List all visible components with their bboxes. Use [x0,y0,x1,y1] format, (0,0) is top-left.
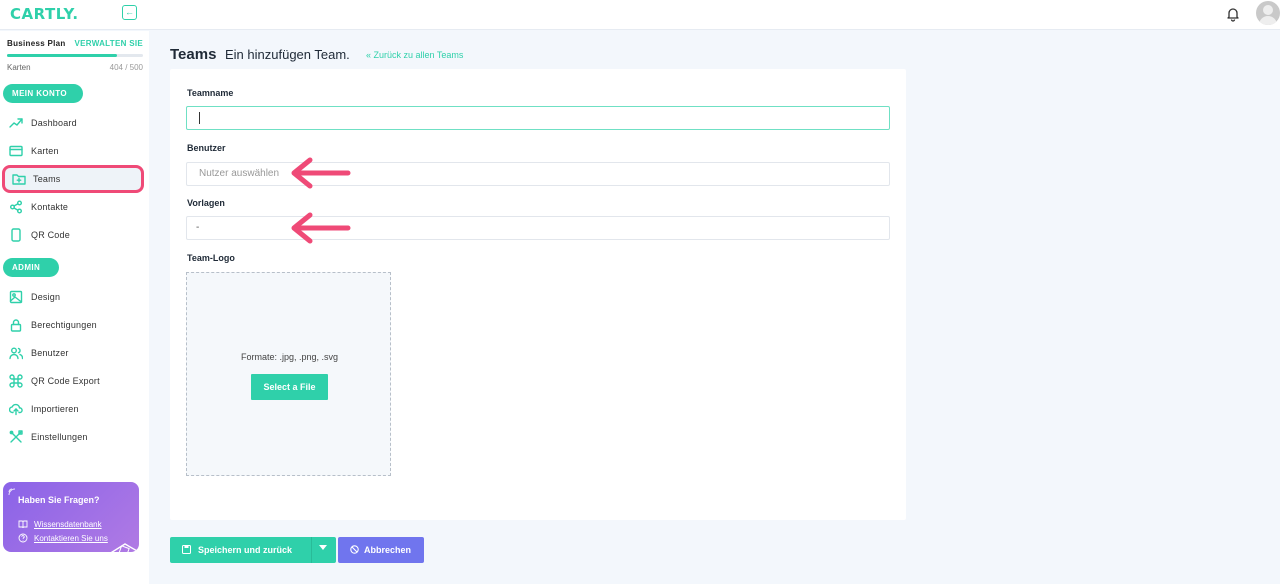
sidebar-item-benutzer[interactable]: Benutzer [0,341,149,365]
knowledge-base-label: Wissensdatenbank [34,519,102,529]
image-icon [9,290,23,304]
command-icon [9,374,23,388]
sidebar-item-label: Berechtigungen [31,320,97,330]
manage-plan-link[interactable]: VERWALTEN SIE [74,39,143,48]
sidebar-item-label: Einstellungen [31,432,88,442]
sidebar-item-kontakte[interactable]: Kontakte [0,195,149,219]
user-avatar[interactable] [1256,1,1280,25]
plan-usage-bar [7,54,143,57]
pointer-arrow-icon [291,157,351,189]
sidebar: Business Plan VERWALTEN SIE Karten 404 /… [0,31,149,584]
folder-plus-icon [12,174,26,185]
bell-icon[interactable] [1225,6,1241,22]
sidebar-item-label: Importieren [31,404,79,414]
book-icon [18,520,28,529]
sidebar-item-qr-code-export[interactable]: QR Code Export [0,369,149,393]
sidebar-item-label: QR Code Export [31,376,100,386]
cancel-button[interactable]: Abbrechen [338,537,424,563]
logo-upload-dropzone[interactable]: Formate: .jpg, .png, .svg Select a File [186,272,391,476]
collapse-sidebar-icon[interactable]: ← [122,5,137,20]
users-icon [9,347,23,360]
contact-label: Kontaktieren Sie uns [34,533,108,543]
plan-usage-count: 404 / 500 [109,63,143,72]
team-name-label: Teamname [187,88,234,98]
plan-metric-label: Karten [7,63,31,72]
sidebar-item-label: Dashboard [31,118,77,128]
knowledge-base-link[interactable]: Wissensdatenbank [18,519,102,529]
help-title: Haben Sie Fragen? [18,495,100,505]
sidebar-item-einstellungen[interactable]: Einstellungen [0,425,149,449]
plan-usage-fill [7,54,117,57]
sidebar-item-qr-code[interactable]: QR Code [0,223,149,247]
ban-icon [350,545,359,554]
templates-label: Vorlagen [187,198,225,208]
trending-up-icon [9,118,23,128]
help-circle-icon [18,533,28,543]
section-admin: ADMIN [3,258,59,277]
sidebar-item-dashboard[interactable]: Dashboard [0,111,149,135]
sidebar-item-karten[interactable]: Karten [0,139,149,163]
sidebar-item-label: QR Code [31,230,70,240]
back-to-teams-link[interactable]: « Zurück zu allen Teams [366,50,463,60]
templates-value: - [196,222,200,233]
page-subtitle: Ein hinzufügen Team. [225,47,350,62]
sidebar-item-label: Design [31,292,61,302]
section-mein-konto: MEIN KONTO [3,84,83,103]
double-chevron-left-icon: « [366,50,372,60]
sidebar-item-label: Kontakte [31,202,69,212]
sidebar-item-berechtigungen[interactable]: Berechtigungen [0,313,149,337]
text-caret [199,112,200,124]
pointer-arrow-icon [291,212,351,244]
sidebar-item-label: Karten [31,146,59,156]
team-name-input[interactable] [186,106,890,130]
diamond-decoration [118,545,130,552]
card-icon [9,145,23,157]
plan-name: Business Plan [7,39,66,48]
tools-icon [9,430,23,443]
select-file-button[interactable]: Select a File [251,374,328,400]
save-and-back-button[interactable]: Speichern und zurück [170,537,336,563]
cartly-logo[interactable]: CARTLY. [10,5,79,23]
save-button-label: Speichern und zurück [198,545,293,555]
users-label: Benutzer [187,143,226,153]
plan-meta: Karten 404 / 500 [7,63,143,72]
top-bar: CARTLY. ← [0,0,1280,30]
team-logo-label: Team-Logo [187,253,235,263]
sidebar-item-importieren[interactable]: Importieren [0,397,149,421]
phone-icon [11,228,21,242]
help-card: Haben Sie Fragen? Wissensdatenbank Konta… [3,482,139,552]
sidebar-item-label: Benutzer [31,348,69,358]
team-form-card: Teamname Benutzer Nutzer auswählen Vorla… [170,69,906,520]
lock-icon [10,319,22,332]
users-placeholder: Nutzer auswählen [199,168,280,179]
button-divider [311,537,312,563]
sidebar-item-label: Teams [33,174,61,184]
back-link-label: Zurück zu allen Teams [373,50,464,60]
sidebar-item-design[interactable]: Design [0,285,149,309]
chevron-down-icon[interactable] [319,545,327,550]
sidebar-item-teams[interactable]: Teams [2,165,144,193]
share-icon [10,200,22,214]
upload-cloud-icon [9,403,23,416]
contact-link[interactable]: Kontaktieren Sie uns [18,533,108,543]
upload-formats-hint: Formate: .jpg, .png, .svg [240,352,339,362]
plan-row: Business Plan VERWALTEN SIE [7,39,143,48]
floppy-disk-icon [182,545,191,554]
cancel-button-label: Abbrechen [364,545,412,555]
page-title: Teams [170,46,217,63]
